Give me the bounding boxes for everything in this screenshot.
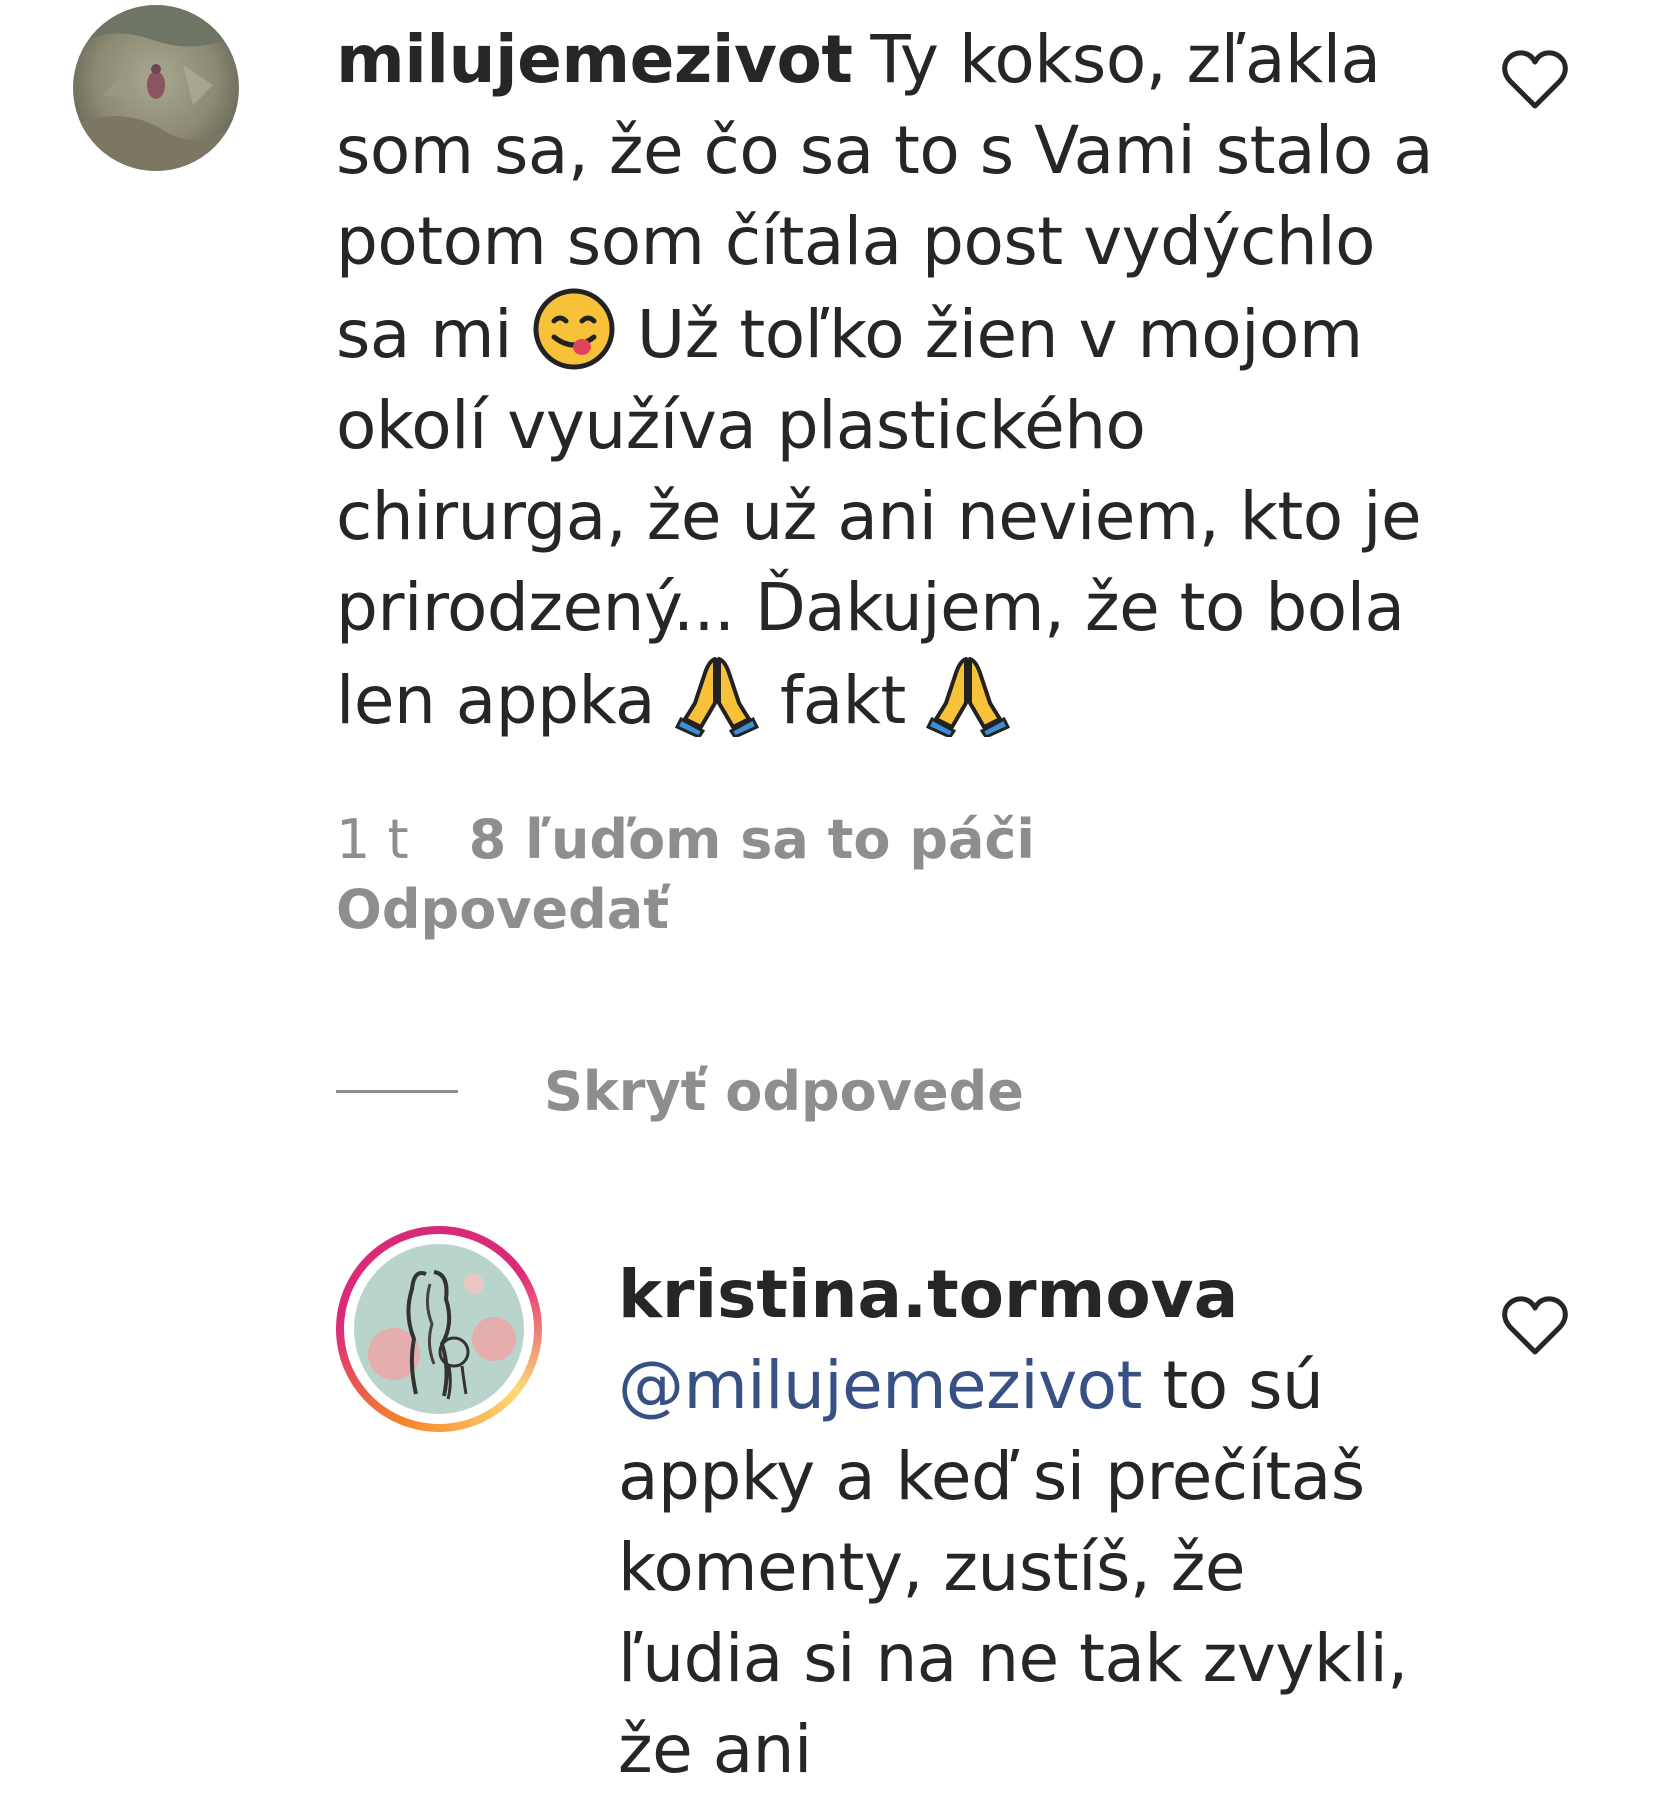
hide-replies-button[interactable]: Skryť odpovede — [336, 1060, 1024, 1123]
reply-username[interactable]: kristina.tormova — [618, 1256, 1238, 1333]
folded-hands-emoji — [926, 657, 1011, 737]
face-savoring-food-emoji — [533, 288, 615, 370]
avatar-image — [73, 5, 239, 171]
comment-username[interactable]: milujemezivot — [336, 21, 853, 98]
avatar — [354, 1244, 524, 1414]
avatar[interactable] — [73, 5, 239, 171]
reply-body: @milujemezivot to sú appky a keď si preč… — [618, 1340, 1418, 1795]
comment-likes-count[interactable]: 8 ľuďom sa to páči — [469, 808, 1035, 871]
avatar-ring-gap — [344, 1234, 534, 1424]
hide-replies-label: Skryť odpovede — [544, 1060, 1024, 1123]
divider-line — [336, 1090, 458, 1093]
heart-outline-icon[interactable] — [1500, 48, 1570, 112]
comment-timestamp[interactable]: 1 t — [336, 808, 409, 871]
avatar-image — [354, 1244, 524, 1414]
mention-link[interactable]: @milujemezivot — [618, 1347, 1142, 1424]
heart-outline-icon[interactable] — [1500, 1294, 1570, 1358]
folded-hands-emoji — [675, 657, 760, 737]
comment-text-part: fakt — [759, 662, 927, 739]
comment-body: milujemezivot Ty kokso, zľakla som sa, že… — [336, 14, 1446, 746]
story-ring-avatar[interactable] — [336, 1226, 542, 1432]
comment-meta: 1 t 8 ľuďom sa to páči — [336, 808, 1035, 871]
reply-button[interactable]: Odpovedať — [336, 878, 669, 941]
